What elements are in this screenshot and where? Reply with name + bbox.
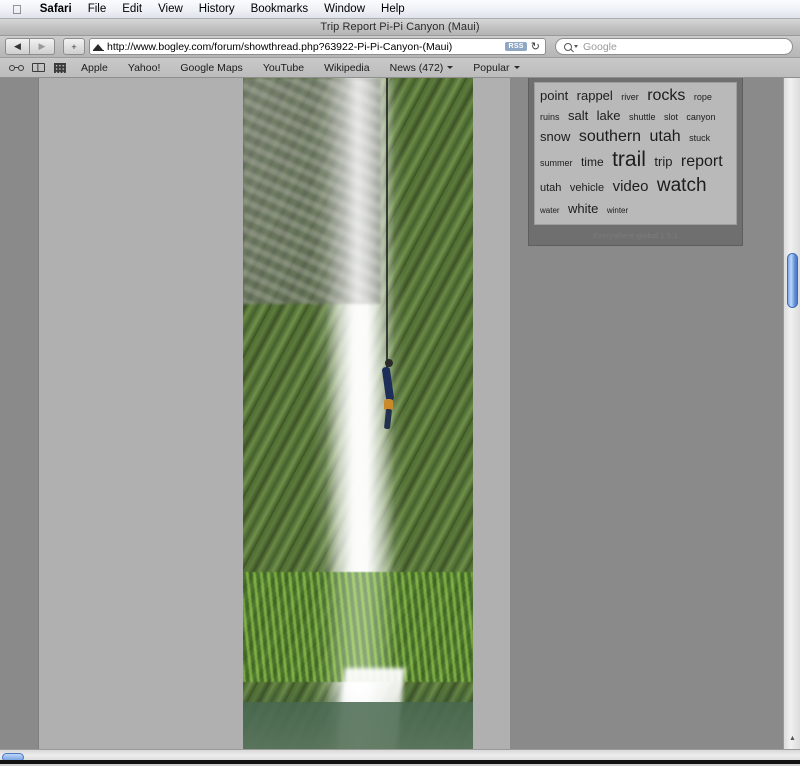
tag-link[interactable]: river (621, 92, 639, 102)
add-bookmark-button[interactable]: + (63, 38, 85, 55)
glasses-icon[interactable] (6, 60, 26, 76)
menu-item-window[interactable]: Window (316, 0, 373, 19)
browser-window: Trip Report Pi-Pi Canyon (Maui) ◀ ▶ + ht… (0, 19, 800, 766)
search-input[interactable]: Google (555, 38, 793, 55)
tag-link[interactable]: southern (579, 128, 641, 145)
bookmark-popular[interactable]: Popular (464, 58, 528, 78)
tag-link[interactable]: lake (597, 108, 621, 123)
tag-link[interactable]: slot (664, 112, 678, 122)
bookmark-wikipedia[interactable]: Wikipedia (315, 58, 379, 78)
bookmark-yahoo[interactable]: Yahoo! (119, 58, 170, 78)
tag-link[interactable]: trail (612, 148, 646, 171)
web-content-area[interactable]: point rappel river rocks rope ruins salt… (0, 78, 800, 764)
tag-link[interactable]: shuttle (629, 112, 656, 122)
menu-item-safari[interactable]: Safari (32, 0, 80, 19)
tag-link[interactable]: summer (540, 158, 573, 168)
browser-toolbar: ◀ ▶ + http://www.bogley.com/forum/showth… (0, 36, 800, 58)
vertical-scrollbar[interactable]: ▲ ▼ (783, 78, 800, 764)
forward-button[interactable]: ▶ (30, 38, 55, 55)
tag-link[interactable]: report (681, 153, 723, 170)
tag-link[interactable]: trip (654, 154, 672, 169)
tag-link[interactable]: snow (540, 129, 570, 144)
book-icon[interactable] (28, 60, 48, 76)
rss-badge[interactable]: RSS (505, 42, 527, 51)
bookmark-youtube[interactable]: YouTube (254, 58, 313, 78)
tag-link[interactable]: vehicle (570, 182, 604, 194)
search-placeholder: Google (583, 40, 617, 53)
site-favicon-icon (93, 41, 104, 52)
window-title-bar[interactable]: Trip Report Pi-Pi Canyon (Maui) (0, 19, 800, 36)
bookmark-apple[interactable]: Apple (72, 58, 117, 78)
back-button[interactable]: ◀ (5, 38, 30, 55)
grid-icon[interactable] (50, 60, 70, 76)
rappel-rope (385, 78, 388, 387)
tag-link[interactable]: rope (694, 92, 712, 102)
foliage (243, 571, 473, 682)
bookmarks-bar: Apple Yahoo! Google Maps YouTube Wikiped… (0, 58, 800, 78)
menu-item-history[interactable]: History (191, 0, 243, 19)
tag-link[interactable]: ruins (540, 112, 560, 122)
waterfall-photo[interactable] (243, 78, 473, 764)
window-title: Trip Report Pi-Pi Canyon (Maui) (320, 21, 480, 33)
menu-item-bookmarks[interactable]: Bookmarks (243, 0, 317, 19)
address-bar-url: http://www.bogley.com/forum/showthread.p… (107, 40, 453, 53)
scroll-up-button[interactable]: ▲ (784, 730, 800, 747)
tag-link[interactable]: winter (607, 206, 628, 215)
tag-cloud-widget: point rappel river rocks rope ruins salt… (528, 78, 743, 247)
window-bottom-edge (0, 760, 800, 764)
tag-link[interactable]: watch (657, 175, 707, 196)
rappeller-figure (381, 359, 397, 431)
chevron-down-icon (513, 66, 520, 70)
menu-item-edit[interactable]: Edit (114, 0, 150, 19)
page-column-divider (510, 78, 528, 764)
tag-link[interactable]: water (540, 206, 560, 215)
tag-link[interactable]: rocks (647, 87, 685, 104)
vertical-scroll-thumb[interactable] (787, 253, 798, 308)
page-left-column (38, 78, 243, 764)
bookmark-news-label: News (472) (389, 61, 444, 74)
tag-link[interactable]: salt (568, 108, 588, 123)
tag-cloud: point rappel river rocks rope ruins salt… (534, 82, 737, 226)
tag-link[interactable]: time (581, 155, 604, 169)
bookmark-news[interactable]: News (472) (381, 58, 463, 78)
address-bar[interactable]: http://www.bogley.com/forum/showthread.p… (89, 38, 546, 55)
menu-item-help[interactable]: Help (373, 0, 413, 19)
widget-footer: Everywhere global 1.5.1 (592, 231, 679, 241)
menu-item-view[interactable]: View (150, 0, 191, 19)
tag-link[interactable]: stuck (689, 133, 710, 143)
apple-icon[interactable]:  (12, 3, 22, 16)
bookmark-popular-label: Popular (473, 61, 510, 74)
tag-link[interactable]: utah (540, 182, 561, 194)
tag-link[interactable]: rappel (577, 88, 613, 103)
menu-item-file[interactable]: File (80, 0, 115, 19)
tag-link[interactable]: point (540, 88, 568, 103)
chevron-down-icon[interactable] (574, 45, 578, 48)
tag-link[interactable]: video (613, 178, 649, 195)
mac-menu-bar:  Safari File Edit View History Bookmark… (0, 0, 800, 19)
reload-icon[interactable]: ↻ (531, 40, 542, 53)
chevron-down-icon (447, 66, 454, 70)
navigation-buttons: ◀ ▶ (5, 38, 55, 55)
tag-link[interactable]: canyon (686, 112, 715, 122)
page-right-column (473, 78, 510, 764)
bookmark-google-maps[interactable]: Google Maps (171, 58, 251, 78)
search-icon (564, 42, 572, 51)
page-margin-left (0, 78, 38, 764)
tag-link[interactable]: utah (650, 128, 681, 145)
tag-link[interactable]: white (568, 201, 598, 216)
